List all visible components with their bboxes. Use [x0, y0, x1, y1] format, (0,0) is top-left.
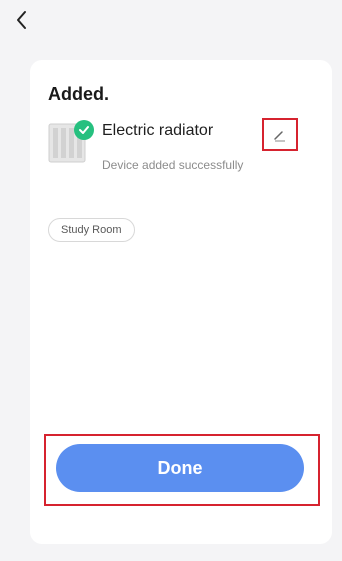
- device-status: Device added successfully: [102, 158, 244, 172]
- page-title: Added.: [48, 84, 109, 104]
- device-added-screen: Added. Electric radiator Device added su…: [0, 0, 342, 561]
- done-button[interactable]: Done: [56, 444, 304, 492]
- result-card: Added. Electric radiator Device added su…: [30, 60, 332, 544]
- back-button[interactable]: [8, 6, 36, 34]
- device-name: Electric radiator: [102, 122, 214, 139]
- pencil-icon: [274, 130, 285, 141]
- chevron-left-icon: [17, 11, 26, 29]
- edit-name-button[interactable]: [262, 118, 298, 151]
- checkmark-icon: [74, 120, 94, 140]
- room-chip[interactable]: Study Room: [48, 218, 135, 242]
